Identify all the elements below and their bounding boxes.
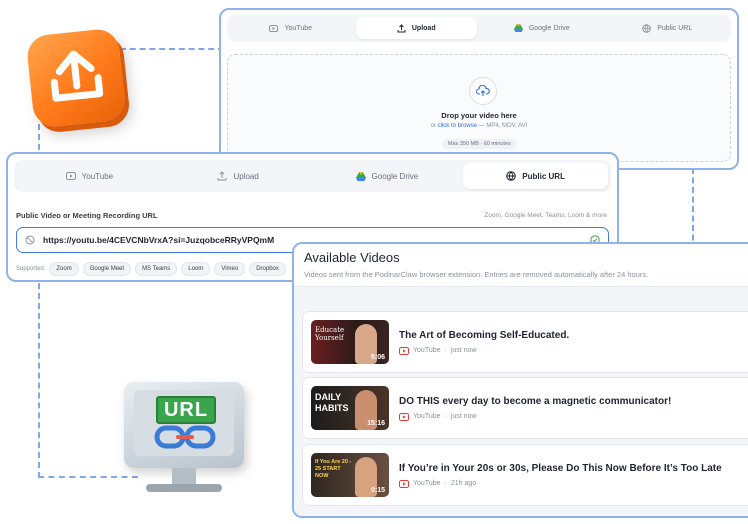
tab-google-drive[interactable]: Google Drive: [315, 163, 460, 189]
tab-label: YouTube: [81, 171, 114, 181]
video-source: YouTube: [413, 347, 441, 354]
tab-youtube[interactable]: YouTube: [230, 17, 352, 39]
video-meta: YouTube · just now: [399, 412, 671, 421]
globe-icon: [642, 23, 652, 33]
platform-chip: Loom: [181, 262, 211, 276]
tab-label: Google Drive: [528, 24, 570, 32]
thumbnail-text: Educate Yourself: [315, 326, 345, 342]
tab-label: Google Drive: [371, 171, 419, 181]
youtube-icon: [399, 479, 409, 488]
platform-chip: Google Meet: [82, 262, 132, 276]
monitor-base: [146, 484, 222, 492]
video-source: YouTube: [413, 413, 441, 420]
tab-label: Upload: [411, 24, 436, 32]
monitor-screen: URL: [134, 390, 234, 456]
available-videos-panel: Available Videos Videos sent from the Po…: [292, 242, 748, 518]
video-meta: YouTube · 21h ago: [399, 479, 722, 488]
limits-badge: Max 350 MB · 60 minutes: [442, 139, 517, 149]
video-list: Educate Yourself 5:06 The Art of Becomin…: [294, 286, 748, 516]
browse-link[interactable]: click to browse: [438, 123, 477, 129]
video-info: If You’re in Your 20s or 30s, Please Do …: [399, 463, 722, 488]
video-thumbnail: DAILY HABITS 15:16: [311, 386, 389, 430]
video-meta: YouTube · just now: [399, 346, 569, 355]
upload-3d-icon: [25, 27, 127, 129]
tab-youtube[interactable]: YouTube: [17, 163, 162, 189]
youtube-icon: [65, 172, 76, 180]
tab-label: Upload: [233, 171, 259, 181]
formats-text: — MP4, MOV, AVI: [478, 123, 528, 129]
tab-label: Public URL: [657, 24, 693, 32]
video-duration: 0:15: [370, 487, 385, 494]
drop-or: or: [430, 123, 436, 129]
video-item[interactable]: Educate Yourself 5:06 The Art of Becomin…: [302, 311, 748, 373]
tab-label: Public URL: [522, 171, 565, 181]
url-sign: URL: [156, 396, 216, 424]
connector-line-top: [120, 48, 224, 50]
video-thumbnail: Educate Yourself 5:06: [311, 320, 389, 364]
video-info: The Art of Becoming Self-Educated. YouTu…: [399, 330, 569, 355]
google-drive-icon: [513, 24, 523, 32]
youtube-icon: [399, 412, 409, 421]
meta-separator: ·: [444, 347, 447, 354]
url-field-hint: Zoom, Google Meet, Teams, Loom & more: [484, 212, 607, 219]
video-duration: 5:06: [370, 354, 385, 361]
youtube-icon: [399, 346, 409, 355]
drop-zone[interactable]: Drop your video here or click to browse …: [227, 54, 731, 162]
cloud-upload-icon: [469, 77, 497, 105]
video-item[interactable]: If You Are 20 - 25 START NOW 0:15 If You…: [302, 444, 748, 506]
video-title: If You’re in Your 20s or 30s, Please Do …: [399, 462, 722, 474]
platform-chip: Zoom: [49, 262, 79, 276]
upload-panel: YouTube Upload Google Drive Public URL D…: [219, 8, 739, 170]
video-title: The Art of Becoming Self-Educated.: [399, 329, 570, 341]
video-item[interactable]: DAILY HABITS 15:16 DO THIS every day to …: [302, 377, 748, 439]
tab-public-url[interactable]: Public URL: [463, 163, 608, 189]
globe-icon: [506, 171, 517, 181]
tab-google-drive[interactable]: Google Drive: [481, 17, 603, 39]
video-source: YouTube: [413, 480, 441, 487]
tab-upload[interactable]: Upload: [166, 163, 311, 189]
video-thumbnail: If You Are 20 - 25 START NOW 0:15: [311, 453, 389, 497]
upload-icon: [217, 171, 227, 181]
chain-link-icon: [154, 425, 216, 449]
meta-separator: ·: [444, 413, 447, 420]
drop-subtitle: or click to browse — MP4, MOV, AVI: [228, 123, 730, 129]
video-age: just now: [450, 347, 477, 354]
video-age: 21h ago: [450, 480, 477, 487]
platform-chip: Vimeo: [214, 262, 246, 276]
connector-line-bottom: [38, 476, 138, 478]
supported-platforms: Supported: Zoom Google Meet MS Teams Loo…: [16, 262, 286, 276]
source-tabs: YouTube Upload Google Drive Public URL: [14, 160, 611, 192]
url-field-label: Public Video or Meeting Recording URL: [16, 211, 158, 220]
connector-line-right: [692, 168, 694, 250]
platform-chip: Dropbox: [249, 262, 286, 276]
tab-upload[interactable]: Upload: [355, 17, 477, 39]
upload-icon: [397, 23, 406, 32]
thumbnail-text: If You Are 20 - 25 START NOW: [315, 459, 352, 479]
videos-title: Available Videos: [304, 250, 400, 265]
link-blocked-icon: [25, 235, 35, 245]
tab-label: YouTube: [284, 24, 312, 32]
url-monitor-icon: URL: [124, 382, 244, 492]
video-title: DO THIS every day to become a magnetic c…: [399, 395, 672, 407]
platform-chip: MS Teams: [135, 262, 178, 276]
drop-title: Drop your video here: [441, 111, 517, 120]
source-tabs: YouTube Upload Google Drive Public URL: [227, 14, 731, 42]
tab-public-url[interactable]: Public URL: [607, 17, 729, 39]
videos-subtitle: Videos sent from the PodinarClaw browser…: [304, 270, 649, 279]
video-age: just now: [450, 413, 477, 420]
youtube-icon: [269, 24, 279, 32]
meta-separator: ·: [444, 480, 447, 487]
video-duration: 15:16: [367, 420, 385, 427]
google-drive-icon: [355, 171, 366, 181]
thumbnail-text: DAILY HABITS: [315, 392, 349, 413]
video-info: DO THIS every day to become a magnetic c…: [399, 396, 671, 421]
supported-label: Supported:: [16, 266, 46, 272]
